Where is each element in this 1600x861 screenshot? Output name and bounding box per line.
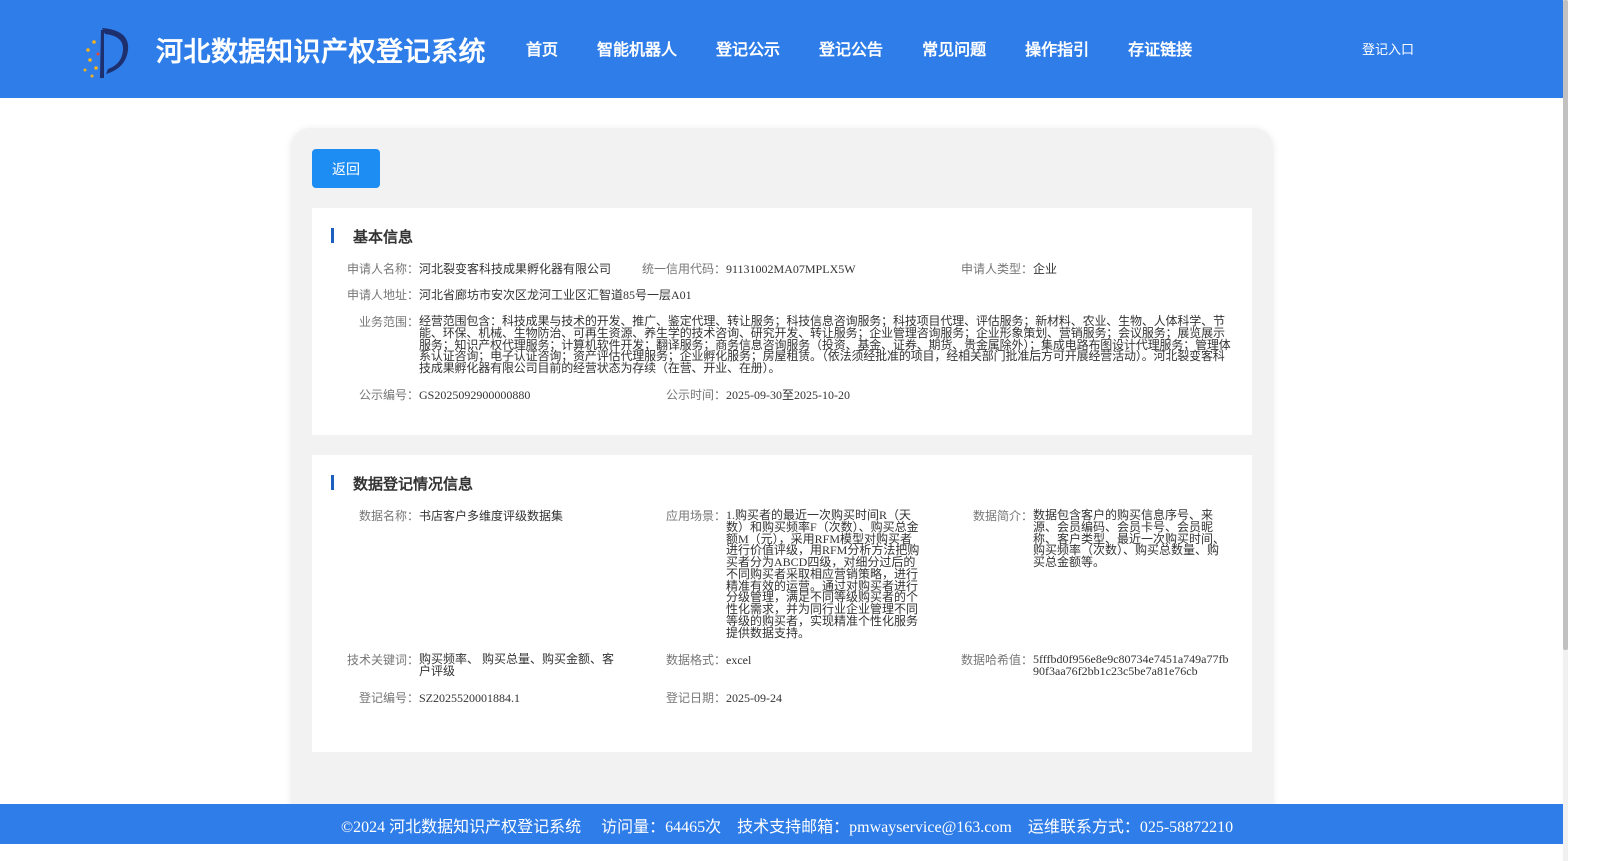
nav-faq[interactable]: 常见问题 — [922, 36, 986, 60]
data-format-value: excel — [726, 653, 752, 667]
footer-text: ©2024 河北数据知识产权登记系统 访问量：64465次 技术支持邮箱：pmw… — [341, 819, 1234, 836]
nav-home[interactable]: 首页 — [526, 36, 558, 60]
scenario-value: 1.购买者的最近一次购买时间R（天数）和购买频率F（次数）、购买总金额M（元），… — [726, 508, 920, 640]
applicant-name-value: 河北裂变客科技成果孵化器有限公司 — [419, 262, 612, 276]
registration-no-label: 登记编号： — [358, 691, 419, 705]
data-format-label: 数据格式： — [665, 653, 726, 667]
nav-evidence-link[interactable]: 存证链接 — [1128, 36, 1192, 60]
section-accent-bar — [331, 228, 334, 243]
scope-label: 业务范围： — [358, 315, 419, 329]
data-intro-label: 数据简介： — [972, 509, 1033, 523]
applicant-type-value: 企业 — [1033, 262, 1058, 276]
site-logo-icon[interactable] — [80, 20, 136, 80]
nav-publicity[interactable]: 登记公示 — [716, 36, 780, 60]
back-button[interactable]: 返回 — [312, 149, 380, 188]
data-registration-section: 数据登记情况信息 数据名称： 书店客户多维度评级数据集 应用场景： 1.购买者的… — [312, 455, 1252, 752]
top-header: 河北数据知识产权登记系统 首页 智能机器人 登记公示 登记公告 常见问题 操作指… — [0, 0, 1563, 98]
nav-guide[interactable]: 操作指引 — [1025, 36, 1089, 60]
data-hash-label: 数据哈希值： — [960, 653, 1033, 667]
applicant-type-label: 申请人类型： — [960, 262, 1033, 276]
publication-time-label: 公示时间： — [665, 388, 726, 402]
registration-date-label: 登记日期： — [665, 691, 726, 705]
nav-announcement[interactable]: 登记公告 — [819, 36, 883, 60]
scenario-label: 应用场景： — [665, 509, 726, 523]
login-entry-link[interactable]: 登记入口 — [1362, 39, 1414, 58]
publication-time-value: 2025-09-30至2025-10-20 — [726, 388, 850, 402]
keywords-value: 购买频率、 购买总量、购买金额、客户评级 — [419, 652, 615, 678]
keywords-label: 技术关键词： — [346, 653, 419, 667]
page-footer: ©2024 河北数据知识产权登记系统 访问量：64465次 技术支持邮箱：pmw… — [0, 804, 1563, 844]
registration-date-value: 2025-09-24 — [726, 691, 782, 705]
scrollbar-thumb[interactable] — [1563, 0, 1568, 650]
main-nav: 首页 智能机器人 登记公示 登记公告 常见问题 操作指引 存证链接 — [526, 36, 1231, 60]
publication-no-label: 公示编号： — [358, 388, 419, 402]
basic-info-section: 基本信息 申请人名称： 河北裂变客科技成果孵化器有限公司 统一信用代码： 911… — [312, 208, 1252, 435]
address-value: 河北省廊坊市安次区龙河工业区汇智道85号一层A01 — [419, 288, 692, 302]
data-name-label: 数据名称： — [358, 509, 419, 523]
scope-value: 经营范围包含：科技成果与技术的开发、推广、鉴定代理、转让服务；科技信息咨询服务；… — [419, 314, 1231, 376]
data-name-value: 书店客户多维度评级数据集 — [419, 509, 564, 523]
publication-no-value: GS2025092900000880 — [419, 388, 531, 402]
data-hash-value: 5fffbd0f956e8e9c80734e7451a749a77fb90f3a… — [1033, 652, 1229, 678]
section-title-registration: 数据登记情况信息 — [353, 475, 474, 493]
section-accent-bar — [331, 475, 334, 490]
site-title: 河北数据知识产权登记系统 — [156, 37, 486, 68]
applicant-name-label: 申请人名称： — [346, 262, 419, 276]
nav-robot[interactable]: 智能机器人 — [597, 36, 677, 60]
registration-no-value: SZ2025520001884.1 — [419, 691, 521, 705]
credit-code-label: 统一信用代码： — [641, 262, 726, 276]
data-intro-value: 数据包含客户的购买信息序号、来源、会员编码、会员卡号、会员昵称、客户类型、最近一… — [1033, 508, 1226, 569]
section-title-basic: 基本信息 — [353, 228, 414, 246]
address-label: 申请人地址： — [346, 288, 419, 302]
credit-code-value: 91131002MA07MPLX5W — [726, 262, 856, 276]
